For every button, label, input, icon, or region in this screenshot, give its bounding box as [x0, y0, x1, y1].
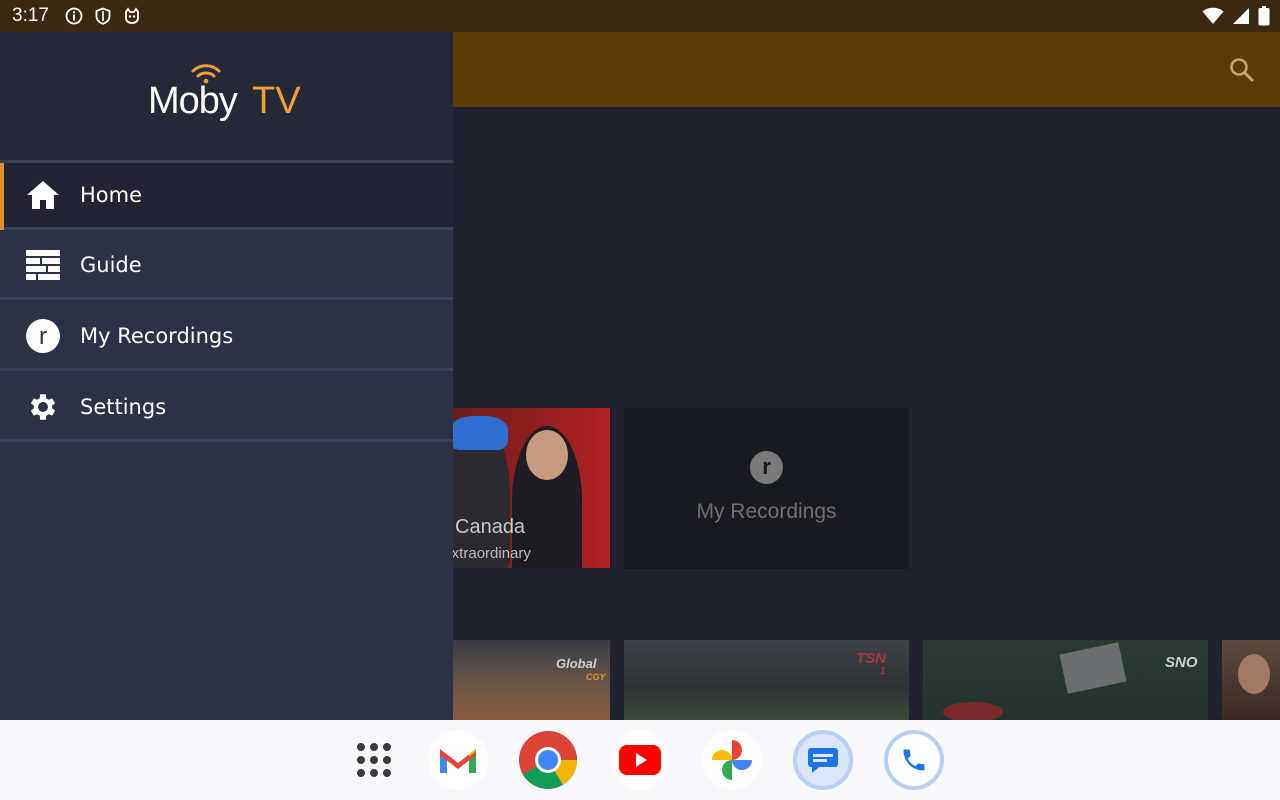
gmail-icon[interactable]: [428, 730, 488, 790]
moby-tv-logo: Moby TV: [148, 62, 308, 132]
drawer-header: Moby TV: [0, 32, 453, 160]
nav-item-guide[interactable]: Guide: [0, 233, 453, 300]
svg-text:r: r: [39, 323, 47, 350]
channel-sub: 1: [880, 666, 886, 677]
recordings-icon: r: [750, 451, 783, 484]
screen: 3:17 Canada ary to Extraordinary r My Re…: [0, 0, 1280, 800]
search-icon[interactable]: [1228, 56, 1256, 84]
nav-item-home[interactable]: Home: [0, 163, 453, 230]
nav-label-my-recordings: My Recordings: [80, 324, 234, 348]
youtube-icon[interactable]: [610, 730, 670, 790]
nav-label-guide: Guide: [80, 253, 142, 277]
nav-label-home: Home: [80, 183, 143, 207]
logo-moby: Moby: [148, 80, 238, 122]
recordings-icon: r: [26, 319, 60, 353]
wifi-icon: [1202, 7, 1224, 25]
messages-icon[interactable]: [793, 730, 853, 790]
cat-icon: [125, 7, 139, 24]
shield-icon: [95, 7, 111, 25]
phone-icon[interactable]: [884, 730, 944, 790]
settings-icon: [26, 390, 60, 424]
recordings-tile-label: My Recordings: [696, 500, 837, 523]
battery-icon: [1258, 6, 1270, 26]
info-icon: [65, 7, 83, 25]
channel-thumb-tsn[interactable]: TSN 1: [624, 640, 909, 720]
status-time: 3:17: [12, 5, 49, 26]
status-bar: 3:17: [0, 0, 1280, 32]
channel-sub: CGY: [586, 672, 606, 682]
nav-label-settings: Settings: [80, 395, 167, 419]
show-title: Canada: [455, 516, 526, 538]
nav-item-my-recordings[interactable]: r My Recordings: [0, 304, 453, 371]
channel-thumb-partial[interactable]: [1222, 640, 1280, 720]
chrome-icon[interactable]: [518, 730, 578, 790]
channel-brand: Global: [556, 656, 597, 671]
home-icon: [26, 178, 60, 212]
taskbar: [0, 720, 1280, 800]
app-drawer-icon[interactable]: [344, 730, 404, 790]
status-right: [1202, 6, 1270, 26]
nav-item-settings[interactable]: Settings: [0, 375, 453, 442]
my-recordings-tile[interactable]: r My Recordings: [624, 408, 909, 569]
guide-icon: [26, 248, 60, 282]
photos-icon[interactable]: [702, 730, 762, 790]
signal-icon: [1233, 8, 1249, 24]
logo-tv: TV: [252, 80, 301, 122]
channel-brand: TSN: [856, 650, 886, 667]
channel-thumb-sno[interactable]: SNO: [923, 640, 1208, 720]
channel-brand: SNO: [1165, 654, 1198, 671]
navigation-drawer: Moby TV Home Guide r My Recordings Setti…: [0, 32, 453, 720]
